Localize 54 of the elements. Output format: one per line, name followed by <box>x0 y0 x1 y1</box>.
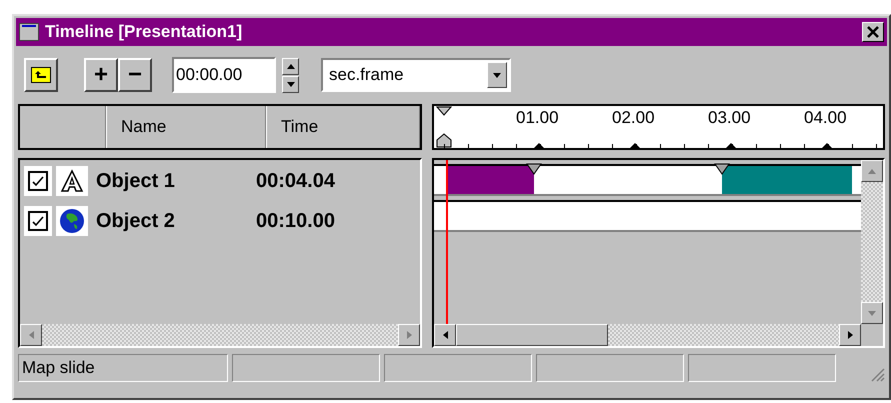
keyframe-marker-icon[interactable] <box>714 163 730 175</box>
ruler-label: 04.00 <box>804 108 847 128</box>
dropdown-button[interactable] <box>487 62 507 88</box>
close-button[interactable] <box>862 22 884 42</box>
ruler-label: 01.00 <box>516 108 559 128</box>
move-up-button[interactable] <box>24 58 58 92</box>
scroll-up-button[interactable] <box>861 160 883 182</box>
scroll-left-button[interactable] <box>434 324 456 346</box>
column-header[interactable]: Name <box>106 106 266 148</box>
globe-icon <box>59 208 85 234</box>
keyframe-marker-icon[interactable] <box>526 163 542 175</box>
down-arrow-icon <box>868 310 876 316</box>
right-arrow-icon <box>406 331 412 339</box>
spin-up-button[interactable] <box>282 58 299 74</box>
checkmark-icon <box>31 175 45 187</box>
scroll-down-button[interactable] <box>861 302 883 324</box>
timeline-track[interactable] <box>434 200 861 232</box>
ruler-label: 02.00 <box>612 108 655 128</box>
left-arrow-icon <box>442 331 448 339</box>
time-field[interactable]: 00:00.00 <box>172 57 276 93</box>
scroll-right-button[interactable] <box>839 324 861 346</box>
scroll-left-button[interactable] <box>20 324 42 346</box>
up-arrow-icon <box>868 168 876 174</box>
left-arrow-icon <box>28 331 34 339</box>
object-name[interactable]: Object 1 <box>96 170 246 192</box>
down-arrow-icon <box>493 72 501 78</box>
object-time: 00:04.04 <box>256 170 335 192</box>
window-icon <box>19 23 39 41</box>
add-button[interactable]: + <box>84 58 118 92</box>
horizontal-scrollbar[interactable] <box>20 324 420 346</box>
scroll-right-button[interactable] <box>398 324 420 346</box>
window-title: Timeline [Presentation1] <box>45 22 244 42</box>
letter-a-icon <box>60 169 84 193</box>
up-level-icon <box>31 67 51 83</box>
vertical-scrollbar[interactable] <box>861 160 883 324</box>
ruler-label: 03.00 <box>708 108 751 128</box>
close-icon <box>867 26 879 38</box>
spin-down-button[interactable] <box>282 76 299 92</box>
timeline-track[interactable] <box>434 164 861 196</box>
object-time: 00:10.00 <box>256 210 335 232</box>
units-dropdown[interactable]: sec.frame <box>321 58 511 92</box>
checkbox[interactable] <box>28 171 48 191</box>
checkbox[interactable] <box>28 211 48 231</box>
checkmark-icon <box>31 215 45 227</box>
scrollbar-thumb[interactable] <box>456 324 608 346</box>
status-text: Map slide <box>18 354 228 382</box>
horizontal-scrollbar[interactable] <box>434 324 861 346</box>
down-arrow-icon <box>286 82 294 86</box>
resize-grip-icon[interactable] <box>869 366 885 382</box>
remove-button[interactable]: − <box>118 58 152 92</box>
column-header[interactable]: Time <box>266 106 420 148</box>
right-arrow-icon <box>848 331 852 339</box>
object-name[interactable]: Object 2 <box>96 210 246 232</box>
up-arrow-icon <box>286 64 294 68</box>
